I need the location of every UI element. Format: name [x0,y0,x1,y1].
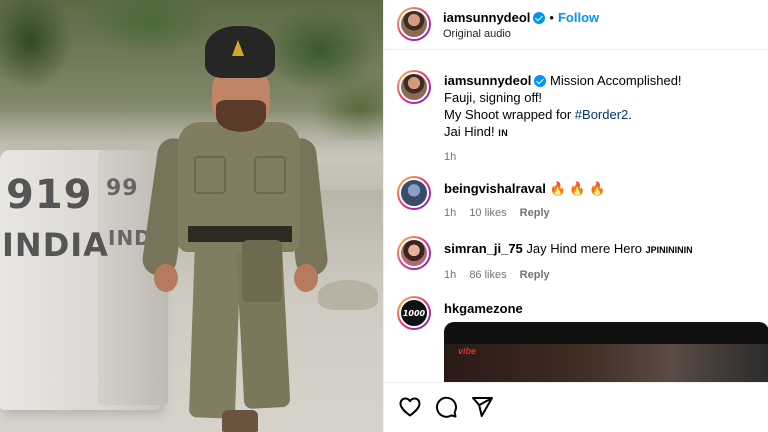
author-username[interactable]: iamsunnydeol [443,10,530,25]
roadside-rock [318,280,378,310]
uniform-pocket-right [254,156,286,194]
comment-likes[interactable]: 86 likes [469,269,506,281]
commenter-username[interactable]: simran_ji_75 [444,241,523,256]
comment-icon[interactable] [434,395,458,419]
soldier-hand-left [154,264,178,292]
video-frame [444,344,768,382]
comment-time[interactable]: 1h [444,269,456,281]
verified-badge-icon [533,12,546,24]
comment-time[interactable]: 1h [444,207,456,219]
uniform-holster [242,240,282,302]
comment-likes[interactable]: 10 likes [469,207,506,219]
post-details-panel: iamsunnydeol • Follow Original audio iamsu… [383,0,768,432]
caption-text-3-suffix: . [628,107,632,122]
share-icon[interactable] [470,395,494,419]
commenter-avatar[interactable] [397,176,431,210]
commenter-avatar-image [399,238,429,268]
caption-line-3: My Shoot wrapped for #Border2. [444,106,764,123]
header-separator: • [549,10,554,25]
caption-timestamp[interactable]: 1h [444,151,764,163]
soldier-boot [222,410,258,432]
audio-label[interactable]: Original audio [443,28,511,40]
soldier-beard [216,100,266,132]
author-avatar-image [399,9,429,39]
caption-line-1: iamsunnydeol Mission Accomplished! [444,72,764,89]
caption-verified-badge-icon [534,75,547,87]
comment-line: hkgamezone [444,300,523,317]
commenter-avatar[interactable]: 1000 [397,296,431,330]
caption-text-2: Fauji, signing off! [444,90,543,105]
caption-author-avatar-image [399,72,429,102]
comment-line: beingvishalraval 🔥 🔥 🔥 [444,180,605,197]
header-title-row: iamsunnydeol • Follow [443,9,599,27]
commenter-avatar-image [399,178,429,208]
commenter-avatar-logo: 1000 [399,298,429,328]
heart-icon[interactable] [398,395,422,419]
comment-meta: 1h 10 likes Reply [444,207,605,219]
comment-line: simran_ji_75 Jay Hind mere Hero JPINININ… [444,240,693,259]
caption-text-1: Mission Accomplished! [550,73,682,88]
comment-video-thumbnail[interactable]: vibe [444,322,768,382]
comment-body: hkgamezone [444,300,523,317]
video-channel-logo: vibe [458,346,477,356]
commenter-username[interactable]: beingvishalraval [444,181,546,196]
caption-text-3: My Shoot wrapped for [444,107,575,122]
post-header: iamsunnydeol • Follow Original audio [384,0,768,50]
caption-author-avatar[interactable] [397,70,431,104]
comment-text: Jay Hind mere Hero [526,241,646,256]
comment-meta: 1h 86 likes Reply [444,269,693,281]
commenter-username[interactable]: hkgamezone [444,301,523,316]
caption-text-4: Jai Hind! [444,124,499,139]
author-avatar[interactable] [397,7,431,41]
caption-body: iamsunnydeol Mission Accomplished! Fauji… [444,72,764,163]
soldier-figure [140,26,330,432]
follow-button[interactable]: Follow [558,10,599,25]
commenter-avatar[interactable] [397,236,431,270]
hashtag-link[interactable]: #Border2 [575,107,628,122]
milestone-number-side: 99 [106,176,139,201]
reply-button[interactable]: Reply [520,207,550,219]
soldier-leg-left [188,237,242,419]
soldier-hand-right [294,264,318,292]
post-media[interactable]: 919 INDIA 99 INDIA [0,0,383,432]
milestone-number: 919 [6,172,93,218]
comment-text-suffix: JPININININ [645,245,693,255]
reply-button[interactable]: Reply [520,269,550,281]
post-actions-bar [384,382,768,432]
comment-body: beingvishalraval 🔥 🔥 🔥 1h 10 likes Reply [444,180,605,219]
comment-body: simran_ji_75 Jay Hind mere Hero JPINININ… [444,240,693,281]
flag-text: IN [498,128,509,138]
caption-line-4: Jai Hind! IN [444,123,764,142]
milestone-country: INDIA [2,226,109,264]
uniform-pocket-left [194,156,226,194]
caption-username[interactable]: iamsunnydeol [444,73,531,88]
comment-text: 🔥 🔥 🔥 [549,181,606,196]
